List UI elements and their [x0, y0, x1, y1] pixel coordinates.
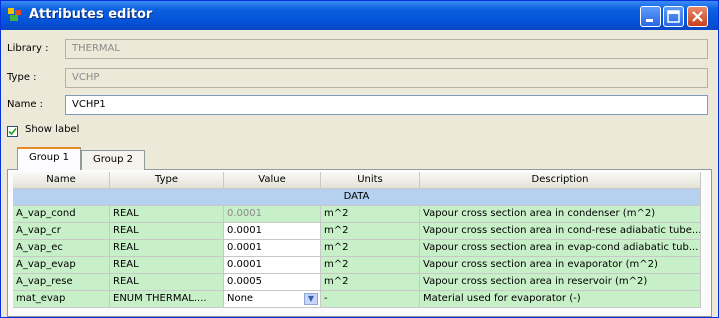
- table-row[interactable]: A_vap_evap REAL 0.0001 m^2 Vapour cross …: [13, 257, 701, 274]
- cell-units: m^2: [321, 240, 420, 257]
- cell-name: A_vap_cond: [13, 206, 110, 223]
- cell-name: A_vap_cr: [13, 223, 110, 240]
- tab-group-2[interactable]: Group 2: [81, 150, 145, 170]
- title-bar[interactable]: Attributes editor: [1, 1, 718, 30]
- column-header-description[interactable]: Description: [420, 172, 701, 189]
- minimize-button[interactable]: [640, 6, 661, 27]
- cell-name: mat_evap: [13, 291, 110, 308]
- editor-content: Library : THERMAL Type : VCHP Name : VCH…: [1, 30, 718, 317]
- column-header-type[interactable]: Type: [110, 172, 224, 189]
- cell-name: A_vap_rese: [13, 274, 110, 291]
- cell-description: Vapour cross section area in evap-cond a…: [420, 240, 701, 257]
- section-label: DATA: [13, 189, 701, 206]
- table-row[interactable]: mat_evap ENUM THERMAL.... None ▼ - Mater…: [13, 291, 701, 308]
- close-icon: [692, 11, 703, 22]
- checkmark-icon: [8, 127, 17, 136]
- attributes-editor-window: Attributes editor Library : THERMAL Type…: [0, 0, 719, 318]
- window-title: Attributes editor: [29, 7, 153, 22]
- table-row[interactable]: A_vap_rese REAL 0.0005 m^2 Vapour cross …: [13, 274, 701, 291]
- minimize-icon: [646, 19, 653, 22]
- combobox-value: None: [227, 293, 254, 304]
- cell-type: REAL: [110, 206, 224, 223]
- cell-description: Vapour cross section area in reservoir (…: [420, 274, 701, 291]
- cell-description: Vapour cross section area in condenser (…: [420, 206, 701, 223]
- column-header-value[interactable]: Value: [224, 172, 321, 189]
- cell-name: A_vap_evap: [13, 257, 110, 274]
- cell-value[interactable]: 0.0001: [224, 223, 321, 240]
- column-header-units[interactable]: Units: [321, 172, 420, 189]
- cell-units: m^2: [321, 257, 420, 274]
- cell-units: m^2: [321, 206, 420, 223]
- cell-description: Vapour cross section area in evaporator …: [420, 257, 701, 274]
- cell-type: REAL: [110, 223, 224, 240]
- cell-value[interactable]: 0.0005: [224, 274, 321, 291]
- name-field[interactable]: VCHP1: [65, 95, 708, 115]
- table-row[interactable]: A_vap_cond REAL 0.0001 m^2 Vapour cross …: [13, 206, 701, 223]
- cell-type: REAL: [110, 240, 224, 257]
- cell-type: ENUM THERMAL....: [110, 291, 224, 308]
- show-label-checkbox[interactable]: [7, 126, 18, 137]
- show-label-text: Show label: [25, 124, 80, 135]
- cell-units: m^2: [321, 223, 420, 240]
- tab-group-1[interactable]: Group 1: [17, 147, 81, 170]
- cell-description: Vapour cross section area in cond-rese a…: [420, 223, 701, 240]
- cell-name: A_vap_ec: [13, 240, 110, 257]
- table-row[interactable]: A_vap_cr REAL 0.0001 m^2 Vapour cross se…: [13, 223, 701, 240]
- type-label: Type :: [7, 72, 37, 83]
- close-button[interactable]: [687, 6, 708, 27]
- table-header: Name Type Value Units Description: [13, 172, 701, 189]
- cell-units: m^2: [321, 274, 420, 291]
- cell-value[interactable]: 0.0001: [224, 240, 321, 257]
- library-label: Library :: [7, 43, 49, 54]
- maximize-icon: [667, 10, 680, 23]
- maximize-button[interactable]: [663, 6, 684, 27]
- chevron-down-icon[interactable]: ▼: [304, 293, 318, 305]
- cell-type: REAL: [110, 274, 224, 291]
- library-field: THERMAL: [65, 39, 708, 59]
- column-header-name[interactable]: Name: [13, 172, 110, 189]
- value-combobox[interactable]: None ▼: [224, 291, 321, 308]
- name-label: Name :: [7, 99, 44, 110]
- table-row[interactable]: A_vap_ec REAL 0.0001 m^2 Vapour cross se…: [13, 240, 701, 257]
- cell-type: REAL: [110, 257, 224, 274]
- section-row: DATA: [13, 189, 701, 206]
- app-icon: [8, 8, 21, 21]
- cell-description: Material used for evaporator (-): [420, 291, 701, 308]
- type-field: VCHP: [65, 68, 708, 88]
- cell-value[interactable]: 0.0001: [224, 257, 321, 274]
- cell-units: -: [321, 291, 420, 308]
- cell-value: 0.0001: [224, 206, 321, 223]
